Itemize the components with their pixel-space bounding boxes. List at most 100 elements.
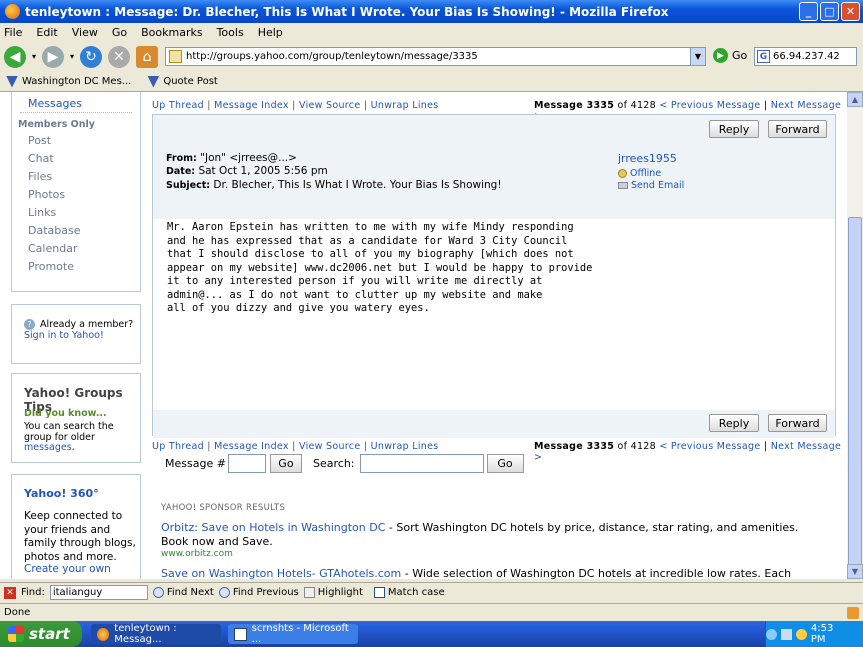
sidebar-item-chat[interactable]: Chat	[12, 150, 140, 168]
search-bar[interactable]: G 66.94.237.42	[754, 47, 857, 66]
sidebar-nav: Messages Members Only Post Chat Files Ph…	[11, 92, 141, 292]
unwrap-lines-link[interactable]: Unwrap Lines	[371, 441, 439, 452]
reload-icon[interactable]: ↻	[80, 45, 103, 68]
create-your-own-link[interactable]: Create your own	[24, 563, 111, 575]
menu-help[interactable]: Help	[258, 26, 283, 39]
message-total: of 4128	[617, 441, 657, 452]
stop-icon[interactable]: ✕	[108, 45, 131, 68]
volume-icon[interactable]	[780, 628, 792, 640]
scrollbar-thumb[interactable]	[848, 217, 862, 569]
message-index-link[interactable]: Message Index	[214, 100, 289, 111]
forward-button[interactable]: Forward	[768, 120, 827, 138]
highlight-button[interactable]: Highlight	[303, 587, 363, 598]
url-dropdown-icon[interactable]: ▼	[690, 48, 705, 65]
maximize-button[interactable]: □	[820, 2, 839, 21]
up-thread-link[interactable]: Up Thread	[152, 441, 204, 452]
view-source-link[interactable]: View Source	[299, 100, 361, 111]
message-toolbar-top: Reply Forward	[153, 115, 835, 143]
start-label: start	[29, 625, 70, 643]
previous-message-link[interactable]: < Previous Message	[659, 100, 760, 111]
rss-icon[interactable]	[847, 607, 859, 619]
envelope-icon	[618, 182, 628, 189]
message-total: of 4128	[617, 100, 657, 111]
bookmark-icon	[147, 75, 160, 88]
sponsor-ad-1: Orbitz: Save on Hotels in Washington DC …	[161, 521, 821, 549]
unwrap-lines-link[interactable]: Unwrap Lines	[371, 100, 439, 111]
scroll-up-icon[interactable]: ▲	[847, 92, 863, 107]
message-number-input[interactable]	[227, 454, 266, 473]
menu-bookmarks[interactable]: Bookmarks	[141, 26, 202, 39]
forward-dropdown-icon[interactable]: ▾	[70, 52, 74, 61]
forward-icon[interactable]: ▶	[42, 45, 65, 68]
previous-message-link[interactable]: < Previous Message	[659, 441, 760, 452]
send-email-link[interactable]: Send Email	[631, 180, 684, 191]
menu-go[interactable]: Go	[112, 26, 127, 39]
message-index-link[interactable]: Message Index	[214, 441, 289, 452]
menu-file[interactable]: File	[4, 26, 22, 39]
taskbar: start tenleytown : Messag... scrnshts - …	[0, 621, 863, 647]
sidebar-item-calendar[interactable]: Calendar	[12, 240, 140, 258]
windows-logo-icon	[8, 626, 24, 642]
back-icon[interactable]: ◀	[4, 45, 26, 68]
back-dropdown-icon[interactable]: ▾	[32, 52, 36, 61]
reply-button[interactable]: Reply	[709, 120, 759, 138]
bookmark-label: Washington DC Mes...	[22, 76, 132, 87]
close-find-icon[interactable]: ✕	[4, 586, 16, 599]
ad1-link[interactable]: Orbitz: Save on Hotels in Washington DC	[161, 521, 385, 534]
start-button[interactable]: start	[0, 621, 82, 647]
sidebar-item-database[interactable]: Database	[12, 222, 140, 240]
vertical-scrollbar[interactable]: ▲ ▼	[847, 92, 863, 579]
scroll-down-icon[interactable]: ▼	[847, 564, 863, 579]
security-icon[interactable]	[795, 628, 807, 640]
sidebar-item-promote[interactable]: Promote	[12, 258, 140, 276]
sidebar-item-files[interactable]: Files	[12, 168, 140, 186]
go-button[interactable]: ▶ Go	[713, 48, 747, 63]
sidebar-item-photos[interactable]: Photos	[12, 186, 140, 204]
message-header: From: "Jon" <jrrees@...> Date: Sat Oct 1…	[153, 143, 835, 219]
sign-in-link[interactable]: Sign in to Yahoo!	[24, 330, 104, 341]
minimize-button[interactable]: _	[799, 2, 818, 21]
search-input[interactable]	[359, 454, 484, 473]
author-link[interactable]: jrrees1955	[618, 152, 677, 165]
match-case-checkbox[interactable]: Match case	[373, 587, 445, 598]
view-source-link[interactable]: View Source	[299, 441, 361, 452]
menu-bar: File Edit View Go Bookmarks Tools Help	[0, 23, 863, 41]
menu-view[interactable]: View	[72, 26, 98, 39]
find-previous-button[interactable]: Find Previous	[218, 587, 299, 598]
message-box: Reply Forward From: "Jon" <jrrees@...> D…	[152, 114, 836, 438]
close-button[interactable]: ✕	[841, 2, 860, 21]
ad2-link[interactable]: Save on Washington Hotels- GTAhotels.com	[161, 567, 401, 579]
bookmark-label: Quote Post	[163, 76, 218, 87]
search-go-button[interactable]: Go	[486, 454, 524, 473]
sponsor-ad-2: Save on Washington Hotels- GTAhotels.com…	[161, 567, 821, 579]
url-bar[interactable]: http://groups.yahoo.com/group/tenleytown…	[165, 47, 706, 66]
sidebar-item-messages[interactable]: Messages	[28, 97, 82, 110]
thread-nav-top: Up Thread | Message Index | View Source …	[152, 100, 439, 111]
network-icon[interactable]	[766, 628, 777, 640]
ad1-url[interactable]: www.orbitz.com	[161, 549, 233, 559]
find-previous-label: Find Previous	[232, 587, 299, 598]
status-text: Done	[4, 607, 31, 618]
tip-messages-link[interactable]: messages	[24, 442, 72, 453]
firefox-icon	[5, 4, 20, 19]
sidebar-item-post[interactable]: Post	[12, 132, 140, 150]
forward-button-bottom[interactable]: Forward	[768, 414, 827, 432]
bookmark-quote-post[interactable]: Quote Post	[147, 75, 218, 88]
checkbox-icon	[373, 587, 385, 598]
taskbar-firefox-item[interactable]: tenleytown : Messag...	[91, 623, 221, 645]
reply-button-bottom[interactable]: Reply	[709, 414, 759, 432]
up-thread-link[interactable]: Up Thread	[152, 100, 204, 111]
message-go-button[interactable]: Go	[269, 454, 302, 473]
menu-tools[interactable]: Tools	[217, 26, 244, 39]
menu-edit[interactable]: Edit	[36, 26, 57, 39]
bookmark-washington[interactable]: Washington DC Mes...	[6, 75, 132, 88]
find-input[interactable]: italianguy	[49, 585, 148, 600]
subject-label: Subject:	[166, 180, 211, 191]
clock: 4:53 PM	[810, 623, 834, 645]
taskbar-word-item[interactable]: scrnshts - Microsoft ...	[228, 623, 358, 645]
sidebar-item-links[interactable]: Links	[12, 204, 140, 222]
status-text: Offline	[630, 168, 662, 179]
find-next-button[interactable]: Find Next	[152, 587, 214, 598]
home-icon[interactable]: ⌂	[136, 45, 159, 68]
search-label: Search:	[313, 457, 355, 470]
